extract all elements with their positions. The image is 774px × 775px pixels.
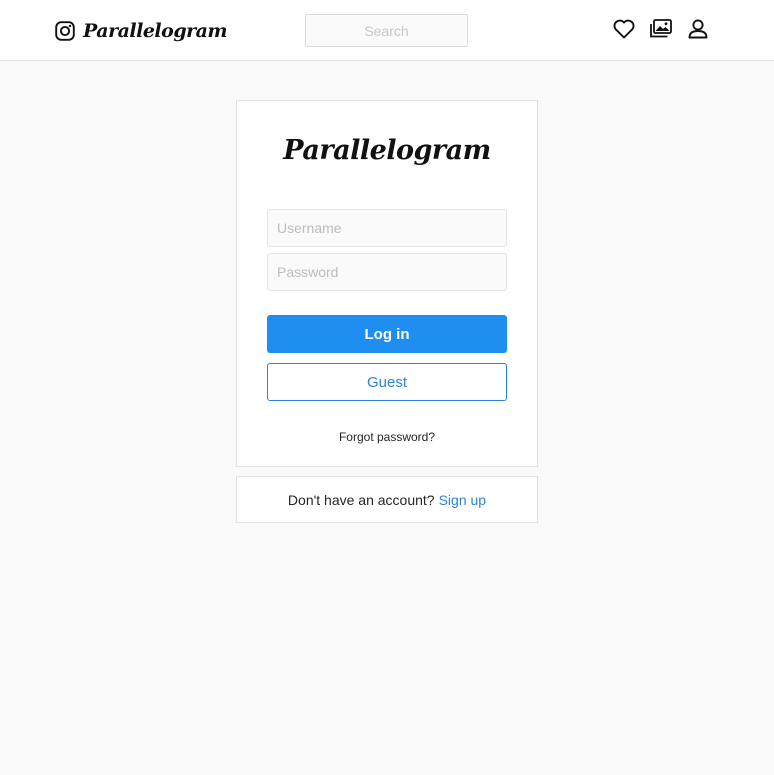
nav-icons: [612, 17, 710, 41]
signup-prompt: Don't have an account?: [287, 491, 435, 508]
username-field[interactable]: [267, 209, 507, 247]
camera-icon[interactable]: [55, 21, 75, 41]
top-navbar: Parallelogram: [0, 0, 774, 61]
login-card: Parallelogram Log in Guest Forgot passwo…: [236, 100, 538, 467]
brand[interactable]: Parallelogram: [55, 15, 228, 47]
search-input[interactable]: [305, 14, 468, 47]
heart-icon[interactable]: [612, 17, 636, 41]
signup-card: Don't have an account? Sign up: [236, 476, 538, 523]
signup-link[interactable]: Sign up: [439, 492, 486, 508]
login-button[interactable]: Log in: [267, 315, 507, 353]
user-icon[interactable]: [686, 17, 710, 41]
guest-button[interactable]: Guest: [267, 363, 507, 401]
brand-name[interactable]: Parallelogram: [83, 20, 228, 42]
forgot-password-link[interactable]: Forgot password?: [237, 430, 537, 444]
login-logo: Parallelogram: [283, 135, 491, 166]
password-field[interactable]: [267, 253, 507, 291]
photos-icon[interactable]: [649, 17, 673, 41]
